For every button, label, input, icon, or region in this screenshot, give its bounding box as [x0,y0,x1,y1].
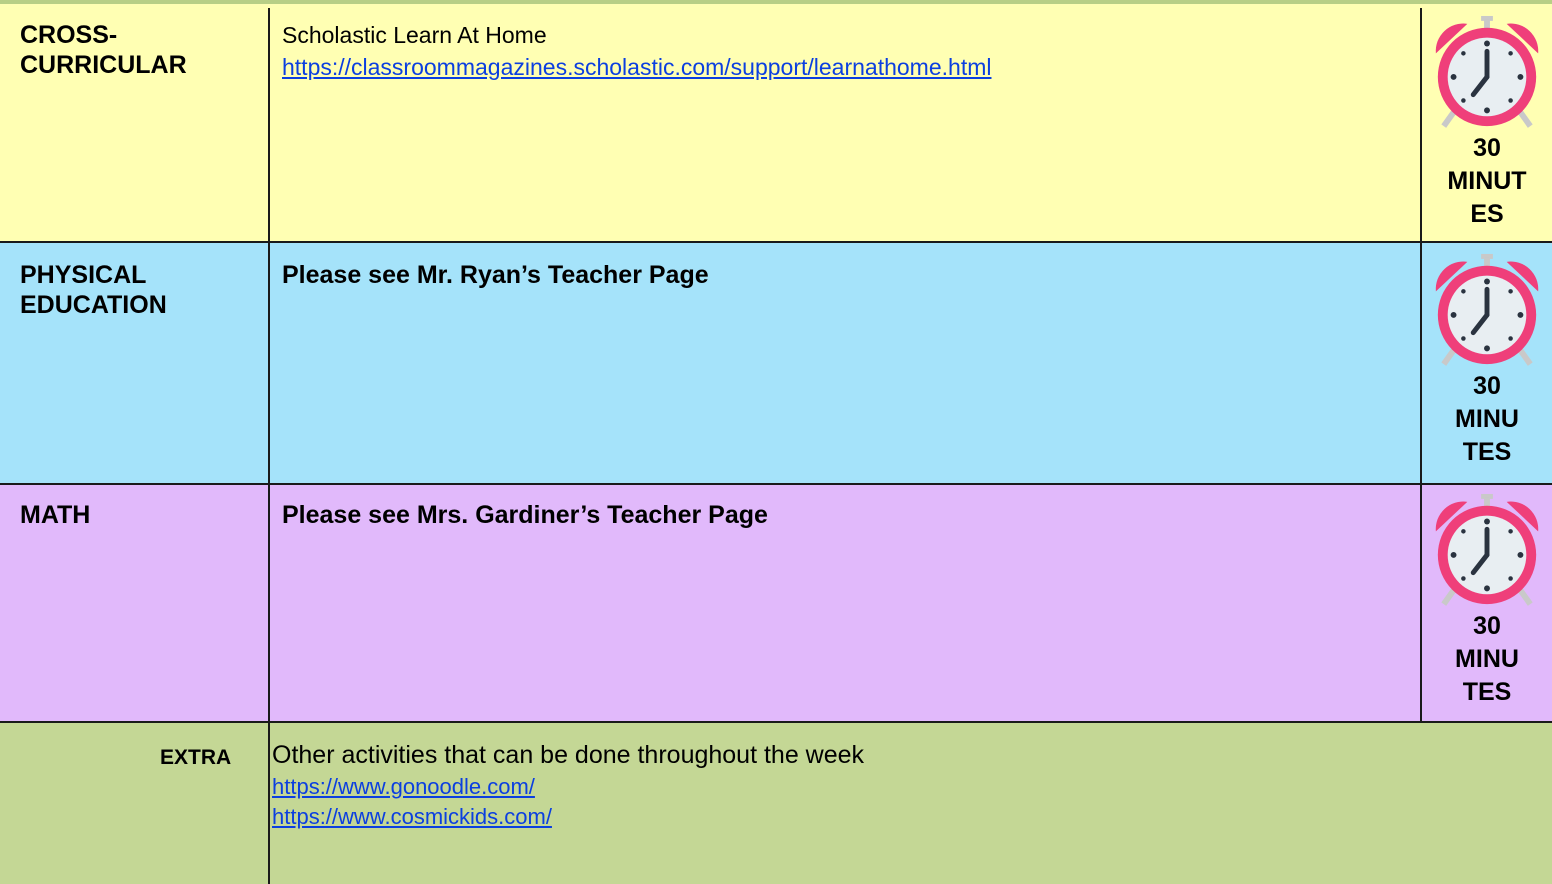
subject-math: MATH [20,501,91,529]
extra-content: Other activities that can be done throug… [272,738,864,832]
timer-physical-education: 30 MINU TES [1422,252,1552,469]
row-divider [0,721,1552,723]
scholastic-link[interactable]: https://classroommagazines.scholastic.co… [282,52,991,82]
gonoodle-link[interactable]: https://www.gonoodle.com/ [272,772,864,802]
timer-label-cross-curricular: 30 MINUT ES [1447,134,1527,228]
cross-curricular-title: Scholastic Learn At Home [282,22,547,48]
column-divider-right [1420,8,1422,722]
physical-education-note: Please see Mr. Ryan’s Teacher Page [282,261,709,289]
timer-label-physical-education: 30 MINU TES [1455,372,1519,466]
row-divider [0,241,1552,243]
alarm-clock-icon [1435,493,1539,606]
column-divider-left [268,8,270,884]
cosmickids-link[interactable]: https://www.cosmickids.com/ [272,802,864,832]
subject-cross-curricular: CROSS- CURRICULAR [20,21,187,79]
row-math [0,484,1552,722]
row-physical-education [0,242,1552,484]
row-divider [0,483,1552,485]
alarm-clock-icon [1435,253,1539,366]
math-note: Please see Mrs. Gardiner’s Teacher Page [282,501,768,529]
extra-title: Other activities that can be done throug… [272,741,865,769]
subject-physical-education: PHYSICAL EDUCATION [20,261,167,319]
subject-extra: EXTRA [160,746,232,769]
timer-math: 30 MINU TES [1422,492,1552,709]
timer-label-math: 30 MINU TES [1455,612,1519,706]
cross-curricular-content: Scholastic Learn At Home https://classro… [282,18,991,82]
alarm-clock-icon [1435,15,1539,128]
timer-cross-curricular: 30 MINUT ES [1422,14,1552,231]
